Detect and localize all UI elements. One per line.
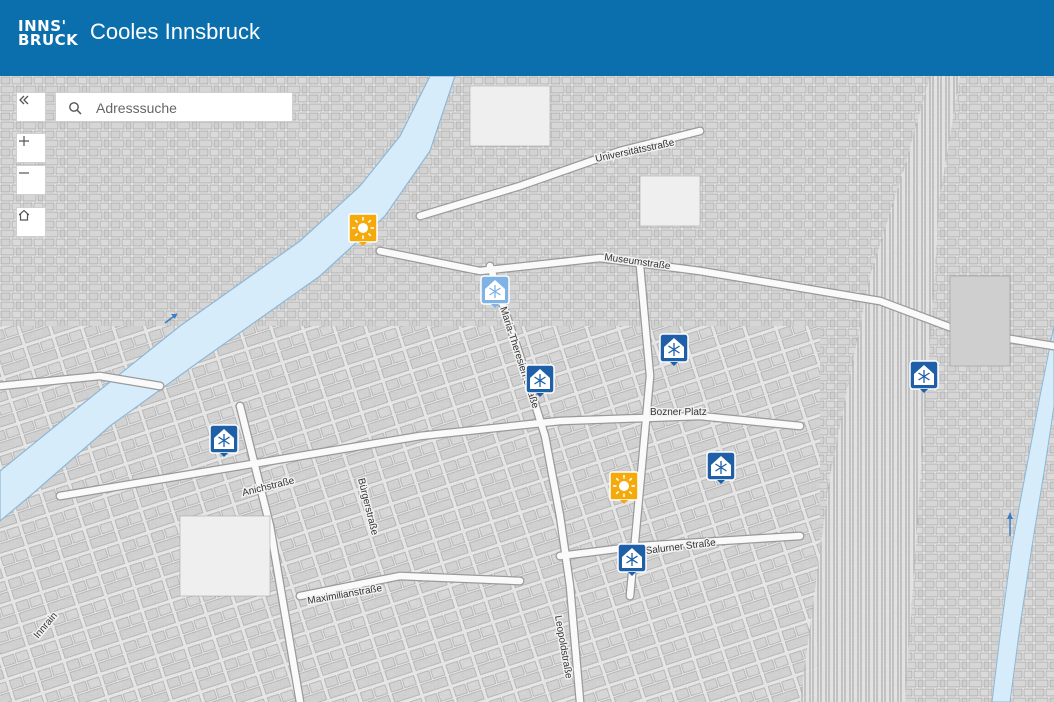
snowflake-house-icon: [909, 360, 939, 393]
sun-place-marker[interactable]: [348, 213, 378, 247]
sun-place-marker[interactable]: [609, 471, 639, 505]
snowflake-house-icon: [659, 333, 689, 366]
plus-icon: [19, 136, 29, 146]
sun-icon: [609, 471, 639, 504]
cool-place-marker[interactable]: [617, 543, 647, 577]
app-title: Cooles Innsbruck: [90, 19, 260, 44]
cool-place-marker[interactable]: [659, 333, 689, 367]
collapse-panel-button[interactable]: [16, 92, 46, 122]
minus-icon: [19, 172, 29, 174]
zoom-out-button[interactable]: [16, 165, 46, 195]
sun-icon: [348, 213, 378, 246]
snowflake-house-icon: [706, 451, 736, 484]
cool-place-marker[interactable]: [706, 451, 736, 485]
innsbruck-logo[interactable]: INNS' BRUCK: [18, 19, 80, 49]
logo-line-2: BRUCK: [18, 31, 79, 49]
app-header: INNS' BRUCK Cooles Innsbruck: [0, 0, 1054, 76]
address-search-input[interactable]: [94, 97, 288, 119]
zoom-in-button[interactable]: [16, 133, 46, 163]
address-search[interactable]: [55, 92, 293, 122]
search-icon: [69, 102, 82, 115]
snowflake-house-icon: [480, 275, 510, 308]
snowflake-house-icon: [209, 424, 239, 457]
street-label-bozner-platz: Bozner Platz: [650, 407, 707, 418]
cool-place-marker[interactable]: [209, 424, 239, 458]
cool-place-marker[interactable]: [525, 364, 555, 398]
snowflake-house-icon: [617, 543, 647, 576]
home-icon: [18, 209, 30, 221]
snowflake-house-icon: [525, 364, 555, 397]
cool-place-marker[interactable]: [909, 360, 939, 394]
double-chevron-left-icon: [19, 95, 29, 105]
cool-place-marker-selected[interactable]: [480, 275, 510, 309]
home-button[interactable]: [16, 207, 46, 237]
map-view[interactable]: Universitätsstraße Museumstraße Maria-Th…: [0, 76, 1054, 702]
